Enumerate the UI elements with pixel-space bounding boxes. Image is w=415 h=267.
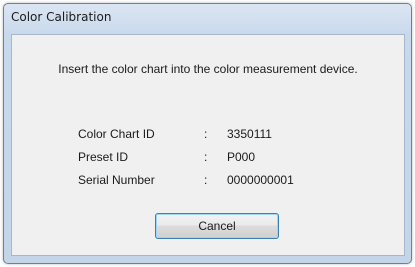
- field-value: 3350111: [227, 127, 272, 141]
- field-row-color-chart-id: Color Chart ID : 3350111: [78, 126, 378, 142]
- title-bar[interactable]: Color Calibration: [4, 4, 411, 32]
- field-row-serial-number: Serial Number : 0000000001: [78, 172, 378, 188]
- field-label: Serial Number: [78, 173, 155, 187]
- dialog-content: Insert the color chart into the color me…: [11, 34, 405, 256]
- field-separator: :: [204, 173, 208, 187]
- field-row-preset-id: Preset ID : P000: [78, 149, 378, 165]
- cancel-button[interactable]: Cancel: [155, 213, 279, 239]
- field-separator: :: [204, 127, 208, 141]
- field-label: Color Chart ID: [78, 127, 155, 141]
- field-separator: :: [204, 150, 208, 164]
- color-calibration-dialog: Color Calibration Insert the color chart…: [3, 3, 412, 264]
- instruction-message: Insert the color chart into the color me…: [58, 62, 358, 76]
- field-label: Preset ID: [78, 150, 129, 164]
- field-value: 0000000001: [227, 173, 294, 187]
- window-title: Color Calibration: [11, 10, 112, 24]
- field-value: P000: [227, 150, 256, 164]
